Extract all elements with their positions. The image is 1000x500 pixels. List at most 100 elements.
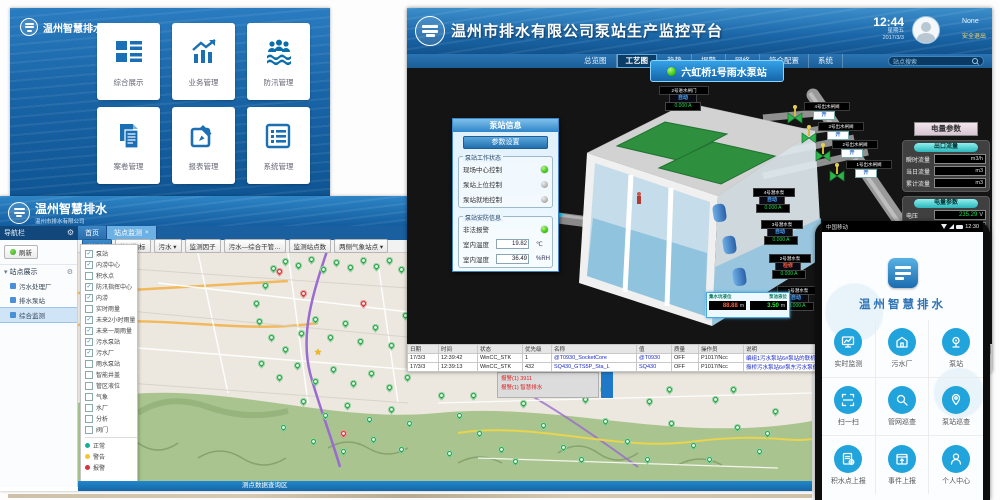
map-marker-normal[interactable] [311, 315, 321, 325]
map-marker-normal[interactable] [339, 447, 349, 457]
map-marker-normal[interactable] [771, 407, 781, 417]
checkbox-icon[interactable] [85, 426, 93, 434]
menu-tile-grid[interactable]: 综合展示 [97, 23, 160, 100]
checkbox-icon[interactable] [85, 272, 93, 280]
gis-tab-1[interactable]: 首页 [78, 226, 107, 240]
layer-row[interactable]: 雨水泵站 [85, 358, 137, 369]
map-marker-star[interactable]: ★ [314, 347, 322, 358]
map-marker-normal[interactable] [385, 256, 395, 266]
map-marker-normal[interactable] [319, 265, 329, 275]
menu-tile-list[interactable]: 系统管理 [247, 107, 310, 184]
logout-button[interactable]: 安全退出 [962, 31, 986, 40]
map-marker-normal[interactable] [297, 329, 307, 339]
map-marker-normal[interactable] [329, 365, 339, 375]
checkbox-icon[interactable]: ✓ [85, 294, 93, 302]
filter-button-4[interactable]: 监测因子 [185, 239, 221, 253]
map-marker-normal[interactable] [559, 443, 569, 453]
map-marker-normal[interactable] [385, 383, 395, 393]
map-marker-normal[interactable] [711, 395, 721, 405]
checkbox-icon[interactable]: ✓ [85, 250, 93, 258]
menu-tile-people[interactable]: 防汛管理 [247, 23, 310, 100]
layer-row[interactable]: 积水点 [85, 270, 137, 281]
map-marker-normal[interactable] [281, 345, 291, 355]
layer-row[interactable]: 水厂 [85, 402, 137, 413]
checkbox-icon[interactable] [85, 360, 93, 368]
map-marker-normal[interactable] [367, 369, 377, 379]
menu-tile-edit[interactable]: 报表管理 [172, 107, 235, 184]
map-marker-alarm[interactable] [359, 299, 369, 309]
map-marker-normal[interactable] [689, 441, 699, 451]
layer-row[interactable]: 管区液位 [85, 380, 137, 391]
checkbox-icon[interactable] [85, 305, 93, 313]
map-marker-normal[interactable] [279, 423, 289, 433]
checkbox-icon[interactable] [85, 371, 93, 379]
map-marker-normal[interactable] [665, 385, 675, 395]
map-marker-normal[interactable] [349, 379, 359, 389]
map-marker-normal[interactable] [321, 411, 331, 421]
map-marker-normal[interactable] [387, 405, 397, 415]
layer-row[interactable]: ✓污水泵站 [85, 336, 137, 347]
checkbox-icon[interactable] [85, 393, 93, 401]
map-marker-normal[interactable] [293, 361, 303, 371]
map-marker-normal[interactable] [705, 455, 715, 465]
map-marker-normal[interactable] [667, 419, 677, 429]
map-marker-normal[interactable] [475, 429, 485, 439]
phone-app-user[interactable]: 个人中心 [929, 436, 983, 494]
gis-tab-2[interactable]: 站点监测× [107, 226, 157, 240]
map-marker-normal[interactable] [307, 255, 317, 265]
layer-row[interactable]: 智能井盖 [85, 369, 137, 380]
map-marker-normal[interactable] [299, 397, 309, 407]
map-marker-normal[interactable] [252, 299, 262, 309]
elec-panel-title[interactable]: 电量参数 [914, 122, 978, 136]
layer-row[interactable]: ✓内涝 [85, 292, 137, 303]
map-marker-normal[interactable] [255, 317, 265, 327]
map-marker-normal[interactable] [275, 373, 285, 383]
map-marker-normal[interactable] [261, 281, 271, 291]
checkbox-icon[interactable] [85, 415, 93, 423]
layer-row[interactable]: ✓未来2小时雨量 [85, 314, 137, 325]
filter-button-3[interactable]: 污水 ▾ [154, 239, 182, 253]
filter-button-7[interactable]: 两侧气象站点 ▾ [334, 239, 388, 253]
layer-row[interactable]: ✓防汛指挥中心 [85, 281, 137, 292]
map-marker-normal[interactable] [369, 435, 379, 445]
map-marker-alarm[interactable] [339, 429, 349, 439]
layer-row[interactable]: 气象 [85, 391, 137, 402]
map-marker-normal[interactable] [332, 258, 342, 268]
close-icon[interactable]: × [145, 230, 149, 236]
phone-app-scan[interactable]: 扫一扫 [822, 378, 876, 436]
layer-row[interactable]: 分析 [85, 413, 137, 424]
map-marker-normal[interactable] [359, 256, 369, 266]
map-marker-normal[interactable] [643, 455, 653, 465]
map-marker-normal[interactable] [257, 359, 267, 369]
map-marker-normal[interactable] [763, 429, 773, 439]
map-marker-normal[interactable] [519, 399, 529, 409]
checkbox-icon[interactable]: ✓ [85, 261, 93, 269]
layer-row[interactable]: ✓未来一周雨量 [85, 325, 137, 336]
map-marker-normal[interactable] [371, 323, 381, 333]
gear-icon[interactable]: ⚙ [67, 229, 74, 237]
menu-tile-chart[interactable]: 业务管理 [172, 23, 235, 100]
map-marker-normal[interactable] [356, 337, 366, 347]
phone-app-plant[interactable]: 污水厂 [876, 320, 930, 378]
tree-item-3[interactable]: 综合监测 [0, 307, 77, 323]
map-marker-alarm[interactable] [275, 267, 285, 277]
map-marker-normal[interactable] [281, 257, 291, 267]
map-marker-normal[interactable] [539, 421, 549, 431]
menu-tile-doc[interactable]: 案卷管理 [97, 107, 160, 184]
scada-tab-1[interactable]: 总览图 [575, 54, 617, 68]
checkbox-icon[interactable]: ✓ [85, 349, 93, 357]
map-marker-normal[interactable] [729, 385, 739, 395]
phone-app-inspect[interactable]: 管网巡查 [876, 378, 930, 436]
map-marker-normal[interactable] [346, 263, 356, 273]
map-marker-normal[interactable] [511, 457, 521, 467]
map-marker-normal[interactable] [645, 397, 655, 407]
map-marker-normal[interactable] [577, 455, 587, 465]
scada-tab-7[interactable]: 系统 [809, 54, 843, 68]
layer-row[interactable]: 实时雨量 [85, 303, 137, 314]
map-marker-normal[interactable] [405, 419, 415, 429]
checkbox-icon[interactable] [85, 382, 93, 390]
map-marker-normal[interactable] [497, 445, 507, 455]
map-marker-normal[interactable] [267, 333, 277, 343]
map-marker-normal[interactable] [437, 391, 447, 401]
map-marker-normal[interactable] [365, 415, 375, 425]
